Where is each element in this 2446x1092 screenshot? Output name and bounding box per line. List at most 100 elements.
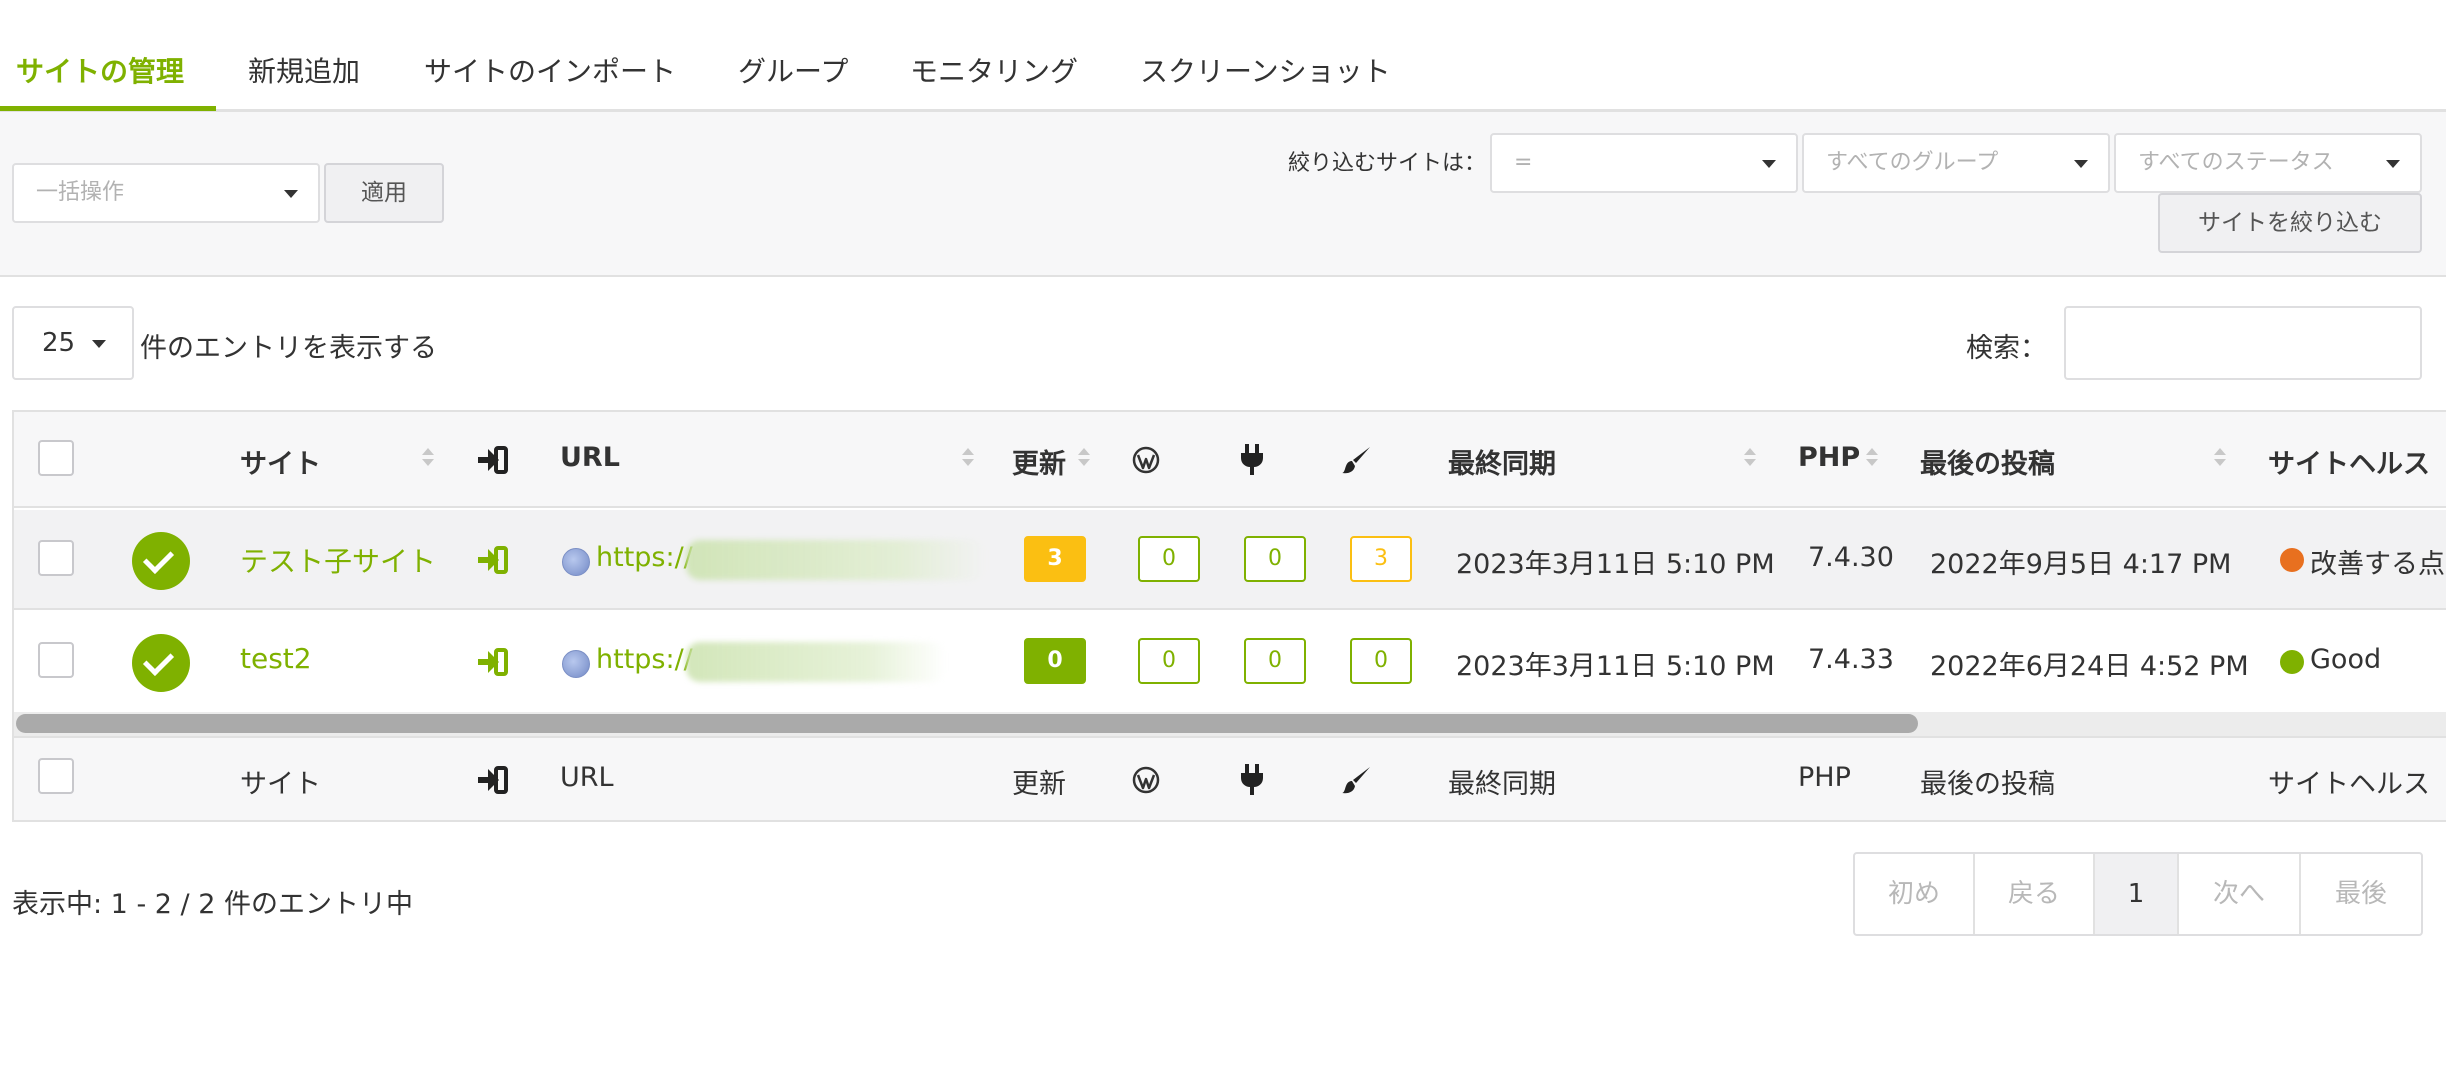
filter-site-select[interactable]: =	[1490, 133, 1798, 193]
search-input[interactable]	[2064, 306, 2422, 380]
wordpress-icon	[1132, 446, 1160, 474]
column-header-last-sync[interactable]: 最終同期	[1448, 442, 1556, 481]
tab-groups[interactable]: グループ	[738, 50, 848, 90]
column-header-url[interactable]: URL	[560, 442, 620, 473]
column-footer-site-health: サイトヘルス	[2268, 769, 2430, 800]
chevron-down-icon	[284, 190, 298, 198]
tab-monitoring[interactable]: モニタリング	[910, 50, 1078, 90]
last-sync-value: 2023年3月11日 5:10 PM	[1456, 651, 1775, 682]
chevron-down-icon	[1762, 160, 1776, 168]
sort-icon[interactable]	[962, 448, 974, 470]
column-header-last-post[interactable]: 最後の投稿	[1920, 442, 2055, 481]
plugin-updates-badge[interactable]: 0	[1244, 638, 1306, 684]
plug-icon	[1240, 764, 1264, 796]
table-header: サイト URL 更新 最終同期 PHP 最後の投稿 サイトヘルス	[14, 412, 2446, 508]
tab-manage-sites[interactable]: サイトの管理	[16, 50, 184, 90]
chevron-down-icon	[2386, 160, 2400, 168]
check-circle-icon	[132, 634, 190, 692]
column-header-site-health[interactable]: サイトヘルス	[2268, 442, 2430, 481]
tab-bar: サイトの管理 新規追加 サイトのインポート グループ モニタリング スクリーンシ…	[0, 0, 2446, 112]
pagination-last-button[interactable]: 最後	[2301, 854, 2421, 934]
last-sync-value: 2023年3月11日 5:10 PM	[1456, 549, 1775, 580]
site-name-link[interactable]: テスト子サイト	[240, 540, 436, 580]
globe-icon	[562, 548, 590, 576]
tab-import-sites[interactable]: サイトのインポート	[424, 50, 676, 90]
filter-status-placeholder: すべてのステータス	[2138, 150, 2334, 175]
last-post-value: 2022年6月24日 4:52 PM	[1930, 651, 2249, 682]
column-header-php[interactable]: PHP	[1798, 442, 1860, 473]
column-footer-url: URL	[560, 762, 614, 793]
pagination-first-button[interactable]: 初め	[1855, 854, 1975, 934]
plug-icon	[1240, 444, 1264, 476]
column-header-updates[interactable]: 更新	[1012, 442, 1066, 481]
sort-icon[interactable]	[1866, 448, 1878, 470]
column-footer-site: サイト	[240, 769, 321, 800]
tab-screenshots[interactable]: スクリーンショット	[1140, 50, 1391, 90]
active-tab-indicator	[0, 106, 216, 111]
table-footer: サイト URL 更新 最終同期 PHP 最後の投稿 サイトヘルス	[14, 736, 2446, 820]
column-footer-php: PHP	[1798, 762, 1851, 793]
select-all-checkbox[interactable]	[38, 758, 74, 794]
search-label: 検索：	[1966, 333, 2047, 364]
health-status-dot	[2280, 650, 2304, 674]
sign-in-icon	[478, 766, 508, 794]
paintbrush-icon	[1342, 445, 1372, 475]
sort-icon[interactable]	[1078, 448, 1090, 470]
tab-add-new[interactable]: 新規追加	[248, 50, 360, 90]
filter-sites-button[interactable]: サイトを絞り込む	[2158, 193, 2422, 253]
wp-core-updates-badge[interactable]: 0	[1138, 638, 1200, 684]
filter-site-value: =	[1514, 150, 1533, 175]
php-version: 7.4.33	[1808, 644, 1894, 675]
pagination-next-button[interactable]: 次へ	[2179, 854, 2301, 934]
sign-in-icon[interactable]	[478, 546, 508, 574]
site-health-value: Good	[2310, 644, 2382, 675]
column-footer-last-sync: 最終同期	[1448, 769, 1556, 800]
filter-group-placeholder: すべてのグループ	[1826, 150, 1999, 175]
redacted-url	[686, 540, 986, 580]
plugin-updates-badge[interactable]: 0	[1244, 536, 1306, 582]
pagination: 初め 戻る 1 次へ 最後	[1853, 852, 2423, 936]
globe-icon	[562, 650, 590, 678]
filter-status-select[interactable]: すべてのステータス	[2114, 133, 2422, 193]
column-header-site[interactable]: サイト	[240, 442, 321, 481]
sites-table: サイト URL 更新 最終同期 PHP 最後の投稿 サイトヘルス テスト子サイト	[12, 410, 2446, 822]
row-checkbox[interactable]	[38, 642, 74, 678]
filter-group-select[interactable]: すべてのグループ	[1802, 133, 2110, 193]
apply-button[interactable]: 適用	[324, 163, 444, 223]
site-url-link[interactable]: https://	[596, 644, 693, 675]
row-checkbox[interactable]	[38, 540, 74, 576]
bulk-action-select[interactable]: 一括操作	[12, 163, 320, 223]
wordpress-icon	[1132, 766, 1160, 794]
page-length-select[interactable]: 25	[12, 306, 134, 380]
pagination-page-button[interactable]: 1	[2095, 854, 2179, 934]
page-length-value: 25	[42, 328, 76, 358]
sort-icon[interactable]	[422, 448, 434, 470]
chevron-down-icon	[92, 340, 106, 348]
site-url-link[interactable]: https://	[596, 542, 693, 573]
paintbrush-icon	[1342, 765, 1372, 795]
column-footer-updates: 更新	[1012, 769, 1066, 800]
table-info: 表示中: 1 - 2 / 2 件のエントリ中	[12, 889, 413, 920]
table-row: テスト子サイト https:// 3 0 0 3 2023年3月11日 5:10…	[14, 510, 2446, 610]
updates-badge[interactable]: 3	[1024, 536, 1086, 582]
horizontal-scrollbar-thumb[interactable]	[16, 714, 1918, 733]
select-all-checkbox[interactable]	[38, 440, 74, 476]
sort-icon[interactable]	[2214, 448, 2226, 470]
site-health-value: 改善する点	[2310, 549, 2445, 580]
last-post-value: 2022年9月5日 4:17 PM	[1930, 549, 2232, 580]
wp-core-updates-badge[interactable]: 0	[1138, 536, 1200, 582]
page-length-label: 件のエントリを表示する	[140, 333, 437, 364]
site-name-link[interactable]: test2	[240, 642, 312, 675]
sign-in-icon[interactable]	[478, 648, 508, 676]
bulk-action-placeholder: 一括操作	[36, 180, 125, 205]
updates-badge[interactable]: 0	[1024, 638, 1086, 684]
redacted-url	[686, 642, 946, 682]
theme-updates-badge[interactable]: 0	[1350, 638, 1412, 684]
pagination-prev-button[interactable]: 戻る	[1975, 854, 2095, 934]
health-status-dot	[2280, 548, 2304, 572]
sort-icon[interactable]	[1744, 448, 1756, 470]
filter-label: 絞り込むサイトは：	[1288, 151, 1487, 176]
theme-updates-badge[interactable]: 3	[1350, 536, 1412, 582]
php-version: 7.4.30	[1808, 542, 1894, 573]
chevron-down-icon	[2074, 160, 2088, 168]
